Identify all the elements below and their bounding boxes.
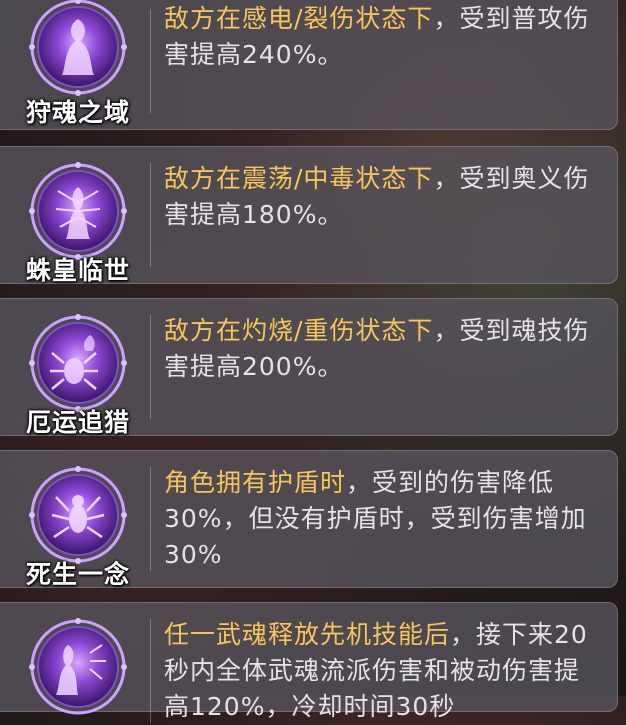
divider	[150, 315, 151, 419]
skill-description: 敌方在震荡/中毒状态下，受到奥义伤害提高180%。	[164, 161, 604, 233]
skill-description: 角色拥有护盾时，受到的伤害降低30%，但没有护盾时，受到伤害增加30%	[164, 465, 604, 573]
skill-card-2[interactable]: 蛛皇临世 敌方在震荡/中毒状态下，受到奥义伤害提高180%。	[0, 146, 618, 285]
skill-card-4[interactable]: 死生一念 角色拥有护盾时，受到的伤害降低30%，但没有护盾时，受到伤害增加30%	[0, 450, 618, 589]
spider-shield-icon	[28, 465, 128, 565]
skill-condition: 任一武魂释放先机技能后	[164, 620, 451, 649]
skill-description: 敌方在灼烧/重伤状态下，受到魂技伤害提高200%。	[164, 313, 604, 385]
skill-description: 任一武魂释放先机技能后，接下来20秒内全体武魂流派伤害和被动伤害提高120%，冷…	[164, 617, 604, 725]
spider-queen-icon	[28, 161, 128, 261]
divider	[150, 467, 151, 571]
skill-condition: 角色拥有护盾时	[164, 468, 347, 497]
skill-name: 厄运追猎	[25, 408, 130, 437]
skill-name: 死生一念	[25, 560, 130, 589]
ghost-woman-icon	[28, 0, 128, 97]
skill-condition: 敌方在感电/裂伤状态下	[164, 4, 434, 33]
skill-name: 狩魂之域	[25, 98, 130, 127]
skill-condition: 敌方在灼烧/重伤状态下	[164, 316, 434, 345]
skill-card-1[interactable]: 狩魂之域 敌方在感电/裂伤状态下，受到普攻伤害提高240%。	[0, 0, 618, 130]
divider	[150, 163, 151, 267]
skill-description: 敌方在感电/裂伤状态下，受到普攻伤害提高240%。	[164, 1, 604, 73]
skill-condition: 敌方在震荡/中毒状态下	[164, 164, 434, 193]
skill-name: 蛛皇临世	[25, 256, 130, 285]
skill-card-3[interactable]: 厄运追猎 敌方在灼烧/重伤状态下，受到魂技伤害提高200%。	[0, 298, 618, 437]
divider	[150, 619, 151, 723]
spider-hunter-icon	[28, 313, 128, 413]
spirit-pair-icon	[28, 617, 128, 717]
divider	[150, 9, 151, 113]
